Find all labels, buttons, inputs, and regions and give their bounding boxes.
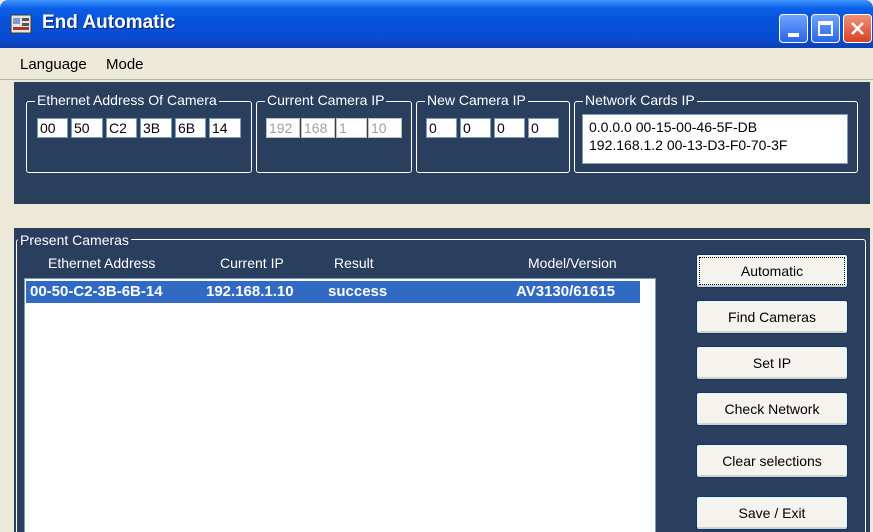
menu-language[interactable]: Language xyxy=(20,56,87,73)
ethernet-octet-6[interactable]: 14 xyxy=(209,118,241,138)
current-ip-octet-2: 168 xyxy=(301,118,335,138)
automatic-button[interactable]: Automatic xyxy=(696,254,848,288)
network-card-line-1: 0.0.0.0 00-15-00-46-5F-DB xyxy=(589,119,758,135)
column-current-ip[interactable]: Current IP xyxy=(220,255,284,271)
ethernet-octet-3[interactable]: C2 xyxy=(106,118,137,138)
column-ethernet-address[interactable]: Ethernet Address xyxy=(48,255,155,271)
current-ip-group-label: Current Camera IP xyxy=(265,92,387,108)
window-title: End Automatic xyxy=(42,12,176,33)
row-model-version: AV3130/61615 xyxy=(516,283,615,300)
maximize-button[interactable] xyxy=(811,14,840,43)
minimize-icon xyxy=(788,33,799,37)
row-ethernet-address: 00-50-C2-3B-6B-14 xyxy=(30,283,163,300)
network-cards-list[interactable]: 0.0.0.0 00-15-00-46-5F-DB 192.168.1.2 00… xyxy=(582,114,848,164)
close-button[interactable] xyxy=(843,14,872,43)
close-icon xyxy=(851,22,864,35)
present-cameras-label: Present Cameras xyxy=(18,232,131,248)
new-ip-octet-2[interactable]: 0 xyxy=(460,118,491,138)
row-result: success xyxy=(328,283,388,300)
ethernet-octet-2[interactable]: 50 xyxy=(71,118,103,138)
ethernet-group-label: Ethernet Address Of Camera xyxy=(35,92,219,108)
main-window: End Automatic Language Mode Ethernet Add… xyxy=(0,0,873,532)
current-ip-octet-1: 192 xyxy=(266,118,300,138)
ethernet-octet-5[interactable]: 6B xyxy=(175,118,206,138)
ethernet-octet-1[interactable]: 00 xyxy=(37,118,68,138)
new-ip-octet-4[interactable]: 0 xyxy=(528,118,559,138)
network-cards-group-label: Network Cards IP xyxy=(583,92,697,108)
minimize-button[interactable] xyxy=(779,14,808,43)
new-ip-group-label: New Camera IP xyxy=(425,92,528,108)
ethernet-octet-4[interactable]: 3B xyxy=(140,118,172,138)
clear-selections-button[interactable]: Clear selections xyxy=(696,444,848,478)
network-card-line-2: 192.168.1.2 00-13-D3-F0-70-3F xyxy=(589,137,788,153)
maximize-icon xyxy=(818,21,833,36)
save-exit-button[interactable]: Save / Exit xyxy=(696,496,848,530)
find-cameras-button[interactable]: Find Cameras xyxy=(696,300,848,334)
title-bar[interactable]: End Automatic xyxy=(0,0,873,48)
new-ip-octet-3[interactable]: 0 xyxy=(494,118,525,138)
cameras-list[interactable] xyxy=(24,278,656,532)
row-current-ip: 192.168.1.10 xyxy=(206,283,294,300)
column-result[interactable]: Result xyxy=(334,255,374,271)
menu-bar: Language Mode xyxy=(0,48,873,80)
check-network-button[interactable]: Check Network xyxy=(696,392,848,426)
app-icon xyxy=(10,14,32,34)
column-model-version[interactable]: Model/Version xyxy=(528,255,617,271)
new-ip-octet-1[interactable]: 0 xyxy=(426,118,457,138)
current-ip-octet-3: 1 xyxy=(336,118,367,138)
menu-mode[interactable]: Mode xyxy=(106,56,144,73)
set-ip-button[interactable]: Set IP xyxy=(696,346,848,380)
current-ip-octet-4: 10 xyxy=(368,118,402,138)
